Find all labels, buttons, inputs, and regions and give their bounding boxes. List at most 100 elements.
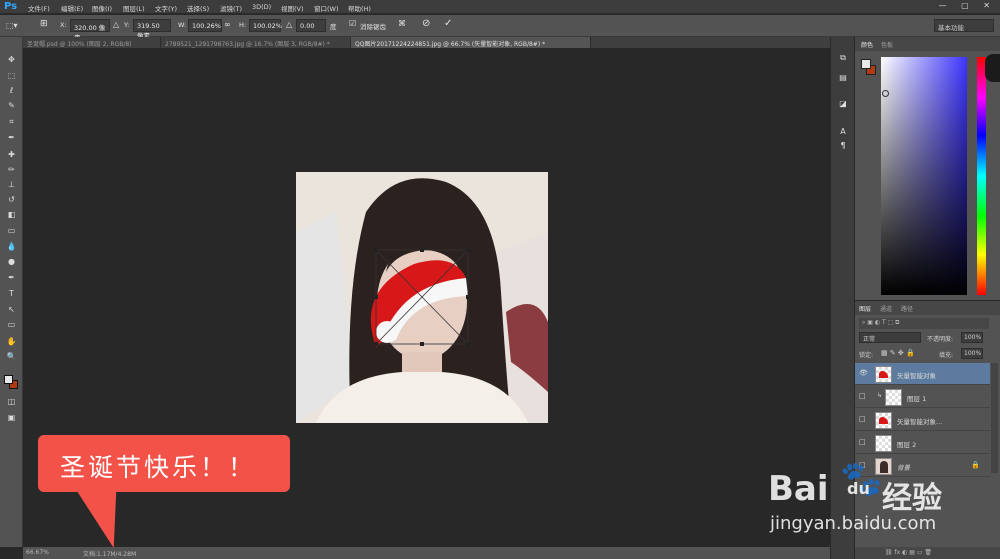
visibility-box[interactable]: □ — [859, 415, 866, 423]
hand-tool-icon[interactable]: ✋ — [4, 335, 19, 349]
opacity-field[interactable]: 100% — [961, 332, 983, 343]
layer-thumbnail — [875, 435, 892, 452]
hue-slider[interactable] — [977, 57, 986, 295]
paragraph-icon[interactable]: ¶ — [837, 141, 849, 153]
menu-image[interactable]: 图像(I) — [92, 3, 112, 13]
lasso-tool-icon[interactable]: ℓ — [4, 84, 19, 98]
layer-name[interactable]: 矢量智能对象... — [897, 416, 942, 426]
menu-layer[interactable]: 图层(L) — [123, 3, 145, 13]
dodge-tool-icon[interactable]: ● — [4, 255, 19, 269]
eyedropper-tool-icon[interactable]: ✒ — [4, 131, 19, 145]
menu-window[interactable]: 窗口(W) — [314, 3, 339, 13]
tab-swatches[interactable]: 色板 — [881, 40, 893, 49]
layer-name[interactable]: 矢量智能对象 — [897, 370, 936, 380]
picker-cursor — [882, 90, 889, 97]
angle-field[interactable]: 0.00 — [296, 19, 326, 32]
menu-filter[interactable]: 滤镜(T) — [220, 3, 242, 13]
reference-point-icon[interactable]: ⊞ — [40, 19, 48, 29]
path-select-tool-icon[interactable]: ↖ — [4, 303, 19, 317]
quick-select-tool-icon[interactable]: ✎ — [4, 99, 19, 113]
warp-icon[interactable]: ⌘ — [398, 19, 406, 28]
tab-paths[interactable]: 路径 — [901, 304, 913, 313]
properties-icon[interactable]: ▤ — [837, 73, 849, 85]
layer-row[interactable]: □ 矢量智能对象... — [855, 409, 990, 431]
layer-row[interactable]: □ 图层 2 — [855, 432, 990, 454]
photo-illustration — [296, 172, 548, 423]
y-label: Y: — [124, 21, 130, 29]
x-field[interactable]: 320.00 像素 — [70, 19, 110, 42]
window-controls[interactable]: — ▢ ✕ — [939, 1, 996, 10]
transform-tool-icon[interactable]: ⬚▾ — [6, 21, 18, 30]
rotate-icon: △ — [286, 20, 293, 29]
antialias-checkbox[interactable]: ☑ — [349, 19, 356, 28]
panel-foreground-swatch[interactable] — [861, 59, 871, 69]
tab-layers[interactable]: 图层 — [859, 304, 871, 313]
eraser-tool-icon[interactable]: ◧ — [4, 208, 19, 222]
workspace-select[interactable]: 基本功能 — [934, 19, 994, 32]
menu-type[interactable]: 文字(Y) — [155, 3, 177, 13]
layer-thumbnail — [885, 389, 902, 406]
document-info: 文档:1.17M/4.28M — [83, 551, 137, 558]
color-field[interactable] — [881, 57, 967, 295]
menu-help[interactable]: 帮助(H) — [348, 3, 371, 13]
blur-tool-icon[interactable]: 💧 — [4, 240, 19, 254]
visibility-eye-icon[interactable]: 👁 — [859, 369, 868, 377]
tab-document-3[interactable]: QQ图片20171224224851.jpg @ 66.7% (矢量智能对象, … — [351, 37, 591, 48]
zoom-readout[interactable]: 66.67% — [26, 549, 49, 556]
stamp-tool-icon[interactable]: ⊥ — [4, 178, 19, 192]
marquee-tool-icon[interactable]: ⬚ — [4, 69, 19, 83]
history-icon[interactable]: ⧉ — [837, 53, 849, 65]
type-tool-icon[interactable]: T — [4, 287, 19, 301]
tools-panel: ✥ ⬚ ℓ ✎ ⌗ ✒ ✚ ✏ ⊥ ↺ ◧ ▭ 💧 ● ✒ T ↖ ▭ ✋ 🔍 … — [0, 37, 23, 547]
menu-edit[interactable]: 编辑(E) — [61, 3, 83, 13]
width-field[interactable]: 100.26% — [188, 19, 222, 32]
watermark-brand: Bai — [768, 469, 829, 509]
menu-view[interactable]: 视图(V) — [281, 3, 304, 13]
layer-filter-bar[interactable]: ⌕ ▣ ◐ T ⬚ ⧉ — [859, 318, 989, 329]
layer-row[interactable]: 👁 矢量智能对象 — [855, 363, 990, 385]
foreground-color-swatch[interactable] — [4, 375, 13, 384]
tab-document-1[interactable]: 圣诞帽.psd @ 100% (图层 2, RGB/8) — [23, 37, 161, 48]
document-tabs: 圣诞帽.psd @ 100% (图层 2, RGB/8) 2789521_129… — [23, 37, 830, 48]
watermark-product: 经验 — [882, 481, 942, 516]
gradient-tool-icon[interactable]: ▭ — [4, 224, 19, 238]
layer-row[interactable]: □ ↳ 图层 1 — [855, 386, 990, 408]
visibility-box[interactable]: □ — [859, 438, 866, 446]
menu-3d[interactable]: 3D(D) — [252, 3, 271, 11]
fill-field[interactable]: 100% — [961, 348, 983, 359]
delta-icon[interactable]: △ — [113, 20, 119, 29]
cancel-transform-icon[interactable]: ⊘ — [422, 18, 430, 29]
link-icon[interactable]: ∞ — [224, 20, 231, 29]
character-icon[interactable]: A — [837, 127, 849, 139]
shape-tool-icon[interactable]: ▭ — [4, 318, 19, 332]
quick-mask-icon[interactable]: ◫ — [4, 395, 19, 409]
brush-tool-icon[interactable]: ✏ — [4, 163, 19, 177]
move-tool-icon[interactable]: ✥ — [4, 53, 19, 67]
layers-panel-tabs: 图层 通道 路径 — [855, 301, 1000, 315]
visibility-box[interactable]: □ — [859, 392, 866, 400]
pen-tool-icon[interactable]: ✒ — [4, 271, 19, 285]
screen-mode-icon[interactable]: ▣ — [4, 411, 19, 425]
history-brush-icon[interactable]: ↺ — [4, 193, 19, 207]
adjustments-icon[interactable]: ◪ — [837, 99, 849, 111]
crop-tool-icon[interactable]: ⌗ — [4, 115, 19, 129]
panel-collapse-button[interactable] — [985, 54, 1000, 82]
blend-mode-select[interactable]: 正常 — [859, 332, 921, 343]
menu-file[interactable]: 文件(F) — [28, 3, 50, 13]
color-panel-tabs: 颜色 色板 — [855, 37, 1000, 51]
tab-color[interactable]: 颜色 — [861, 40, 873, 49]
tab-channels[interactable]: 通道 — [880, 304, 892, 313]
layer-name[interactable]: 图层 2 — [897, 439, 916, 449]
antialias-label: 消除锯齿 — [360, 23, 386, 31]
lock-icons[interactable]: ▦ ✎ ✥ 🔒 — [881, 349, 915, 357]
zoom-tool-icon[interactable]: 🔍 — [4, 350, 19, 364]
layer-name[interactable]: 图层 1 — [907, 393, 926, 403]
document-photo[interactable] — [296, 172, 548, 423]
tab-document-2[interactable]: 2789521_1291798763.jpg @ 16.7% (图层 3, RG… — [161, 37, 351, 48]
menu-select[interactable]: 选择(S) — [187, 3, 209, 13]
y-field[interactable]: 319.50 像素 — [133, 19, 171, 40]
height-field[interactable]: 100.02% — [249, 19, 282, 32]
healing-tool-icon[interactable]: ✚ — [4, 148, 19, 162]
lock-label: 锁定: — [859, 352, 874, 359]
commit-transform-icon[interactable]: ✓ — [444, 18, 452, 29]
